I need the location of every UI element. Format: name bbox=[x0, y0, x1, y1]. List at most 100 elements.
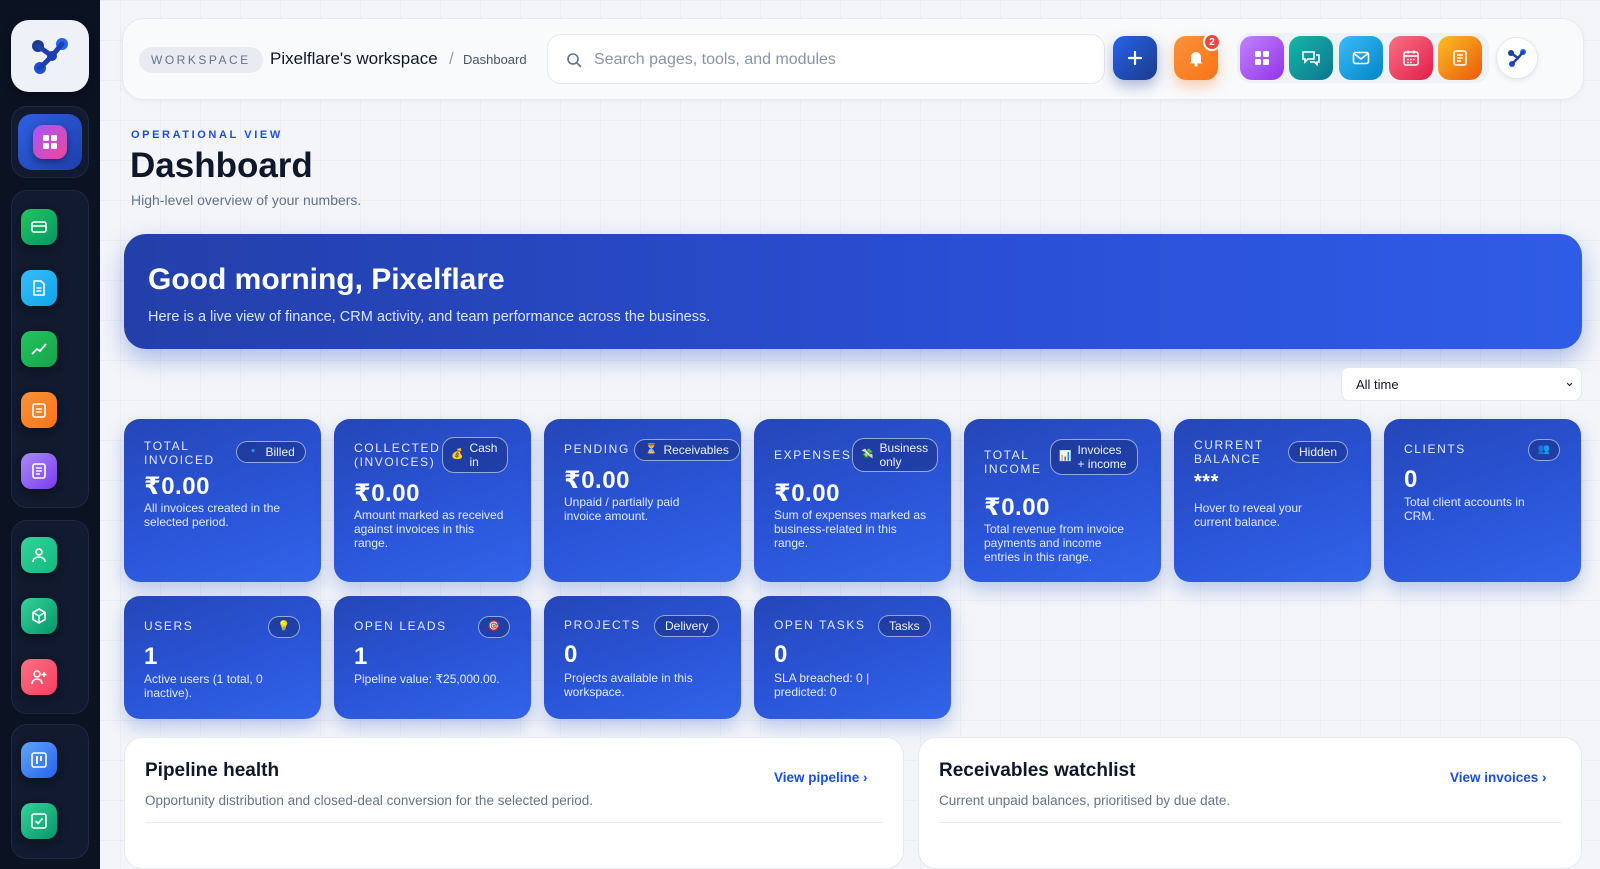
kpi-tag: Hidden bbox=[1288, 441, 1349, 463]
pipeline-health-panel: Pipeline health Opportunity distribution… bbox=[124, 737, 904, 869]
divider bbox=[939, 822, 1561, 823]
date-range-value: All time bbox=[1356, 377, 1399, 392]
kpi-value: 0 bbox=[774, 641, 788, 668]
kpi-tag: 🔹 Billed bbox=[236, 441, 306, 463]
greeting-subtitle: Here is a live view of finance, CRM acti… bbox=[148, 309, 711, 325]
divider bbox=[145, 822, 883, 823]
wallet-icon[interactable] bbox=[21, 209, 57, 245]
document-icon[interactable] bbox=[21, 270, 57, 306]
kpi-total-income[interactable]: TOTAL INCOME 📊 Invoices + income ₹0.00 To… bbox=[964, 419, 1161, 582]
notes-icon[interactable] bbox=[21, 453, 57, 489]
mail-icon bbox=[1352, 51, 1370, 65]
view-pipeline-link[interactable]: View pipeline › bbox=[774, 770, 868, 785]
kpi-description: SLA breached: 0 | predicted: 0 bbox=[774, 671, 870, 699]
greeting-title: Good morning, Pixelflare bbox=[148, 263, 505, 296]
user-add-icon[interactable] bbox=[21, 659, 57, 695]
date-range-select[interactable]: All time ⌄ bbox=[1341, 367, 1582, 401]
kpi-pending[interactable]: PENDING ⏳ Receivables ₹0.00 Unpaid / part… bbox=[544, 419, 741, 582]
kpi-total-invoiced[interactable]: TOTAL INVOICED 🔹 Billed ₹0.00 All invoice… bbox=[124, 419, 321, 582]
kpi-tag-label: Billed bbox=[265, 445, 295, 459]
sidebar-item-dashboard[interactable] bbox=[18, 114, 82, 170]
workspace-name[interactable]: Pixelflare's workspace bbox=[270, 49, 438, 69]
clipboard-icon[interactable] bbox=[21, 392, 57, 428]
kpi-tag-label: Hidden bbox=[1299, 445, 1338, 459]
kpi-tag-label: Invoices + income bbox=[1077, 443, 1127, 471]
panel-title: Pipeline health bbox=[145, 760, 280, 781]
hourglass-icon: ⏳ bbox=[645, 444, 658, 455]
bar-chart-icon: 📊 bbox=[1059, 451, 1072, 462]
users-icon: 👥 bbox=[1537, 444, 1551, 455]
kpi-tag: 💡 bbox=[268, 616, 300, 638]
kpi-projects[interactable]: PROJECTS Delivery 0 Projects available i… bbox=[544, 596, 741, 719]
dashboard-icon bbox=[33, 125, 67, 159]
bell-icon bbox=[1189, 52, 1203, 67]
chat-icon bbox=[1302, 51, 1320, 67]
search-input[interactable] bbox=[594, 47, 1084, 73]
kpi-label: PROJECTS bbox=[564, 618, 641, 632]
kpi-description: Projects available in this workspace. bbox=[564, 671, 693, 699]
chevron-down-icon: ⌄ bbox=[1564, 374, 1575, 389]
kpi-tag-label: Delivery bbox=[665, 619, 709, 633]
kpi-description: Unpaid / partially paid invoice amount. bbox=[564, 495, 680, 523]
notes-icon bbox=[1453, 50, 1467, 66]
kpi-value: ₹0.00 bbox=[564, 467, 630, 494]
chart-line-icon[interactable] bbox=[21, 331, 57, 367]
diamond-icon: 🔹 bbox=[247, 446, 260, 457]
kpi-value: ₹0.00 bbox=[144, 473, 210, 500]
kpi-tag: 💸 Business only bbox=[852, 438, 938, 472]
logo-icon bbox=[1508, 49, 1526, 67]
kanban-icon[interactable] bbox=[21, 742, 57, 778]
breadcrumb-current: Dashboard bbox=[463, 52, 527, 67]
kpi-label: OPEN TASKS bbox=[774, 618, 866, 632]
kpi-value: *** bbox=[1194, 471, 1219, 493]
logo[interactable] bbox=[11, 20, 89, 92]
page-eyebrow: OPERATIONAL VIEW bbox=[131, 129, 283, 141]
create-button[interactable] bbox=[1113, 36, 1157, 80]
kpi-collected[interactable]: COLLECTED (INVOICES) 💰 Cash in ₹0.00 Amou… bbox=[334, 419, 531, 582]
breadcrumb-separator: / bbox=[449, 49, 454, 68]
avatar[interactable] bbox=[1496, 37, 1538, 79]
kpi-tag-label: Receivables bbox=[663, 443, 729, 457]
kpi-label: CLIENTS bbox=[1404, 442, 1466, 456]
kpi-description: Amount marked as received against invoic… bbox=[354, 508, 504, 550]
kpi-value: 0 bbox=[564, 641, 578, 668]
panel-title: Receivables watchlist bbox=[939, 760, 1136, 781]
calendar-button[interactable] bbox=[1389, 36, 1433, 80]
package-icon[interactable] bbox=[21, 598, 57, 634]
kpi-clients[interactable]: CLIENTS 👥 0 Total client accounts in CRM… bbox=[1384, 419, 1581, 582]
kpi-description: Active users (1 total, 0 inactive). bbox=[144, 672, 263, 700]
kpi-tag-label: Tasks bbox=[889, 619, 920, 633]
kpi-label: EXPENSES bbox=[774, 448, 852, 462]
kpi-label: TOTAL INVOICED bbox=[144, 439, 215, 467]
kpi-label: CURRENT BALANCE bbox=[1194, 438, 1264, 466]
money-wings-icon: 💸 bbox=[861, 449, 874, 460]
kpi-tag: Tasks bbox=[878, 615, 931, 637]
kpi-description: Total revenue from invoice payments and … bbox=[984, 522, 1125, 564]
kpi-description: Sum of expenses marked as business-relat… bbox=[774, 508, 927, 550]
lightbulb-icon: 💡 bbox=[277, 621, 291, 632]
chat-button[interactable] bbox=[1289, 36, 1333, 80]
kpi-value: 1 bbox=[354, 643, 368, 670]
panel-subtitle: Current unpaid balances, prioritised by … bbox=[939, 793, 1231, 808]
mail-button[interactable] bbox=[1339, 36, 1383, 80]
kpi-expenses[interactable]: EXPENSES 💸 Business only ₹0.00 Sum of exp… bbox=[754, 419, 951, 582]
task-check-icon[interactable] bbox=[21, 803, 57, 839]
kpi-open-tasks[interactable]: OPEN TASKS Tasks 0 SLA breached: 0 | pre… bbox=[754, 596, 951, 719]
panel-subtitle: Opportunity distribution and closed-deal… bbox=[145, 793, 594, 808]
kpi-current-balance[interactable]: CURRENT BALANCE Hidden *** Hover to reve… bbox=[1174, 419, 1371, 582]
user-icon[interactable] bbox=[21, 537, 57, 573]
kpi-tag: ⏳ Receivables bbox=[634, 439, 740, 461]
notes-button[interactable] bbox=[1438, 36, 1482, 80]
kpi-label: COLLECTED (INVOICES) bbox=[354, 441, 441, 469]
kpi-description: All invoices created in the selected per… bbox=[144, 501, 281, 529]
kpi-value: ₹0.00 bbox=[774, 480, 840, 507]
search-box[interactable] bbox=[547, 34, 1105, 84]
kpi-users[interactable]: USERS 💡 1 Active users (1 total, 0 inact… bbox=[124, 596, 321, 719]
top-bar: WORKSPACE Pixelflare's workspace / Dashb… bbox=[122, 18, 1584, 100]
kpi-open-leads[interactable]: OPEN LEADS 🎯 1 Pipeline value: ₹25,000.0… bbox=[334, 596, 531, 719]
notifications-button[interactable]: 2 bbox=[1174, 33, 1221, 80]
page-subtitle: High-level overview of your numbers. bbox=[131, 192, 362, 208]
plus-icon bbox=[1127, 50, 1143, 66]
view-invoices-link[interactable]: View invoices › bbox=[1450, 770, 1547, 785]
apps-button[interactable] bbox=[1240, 36, 1284, 80]
